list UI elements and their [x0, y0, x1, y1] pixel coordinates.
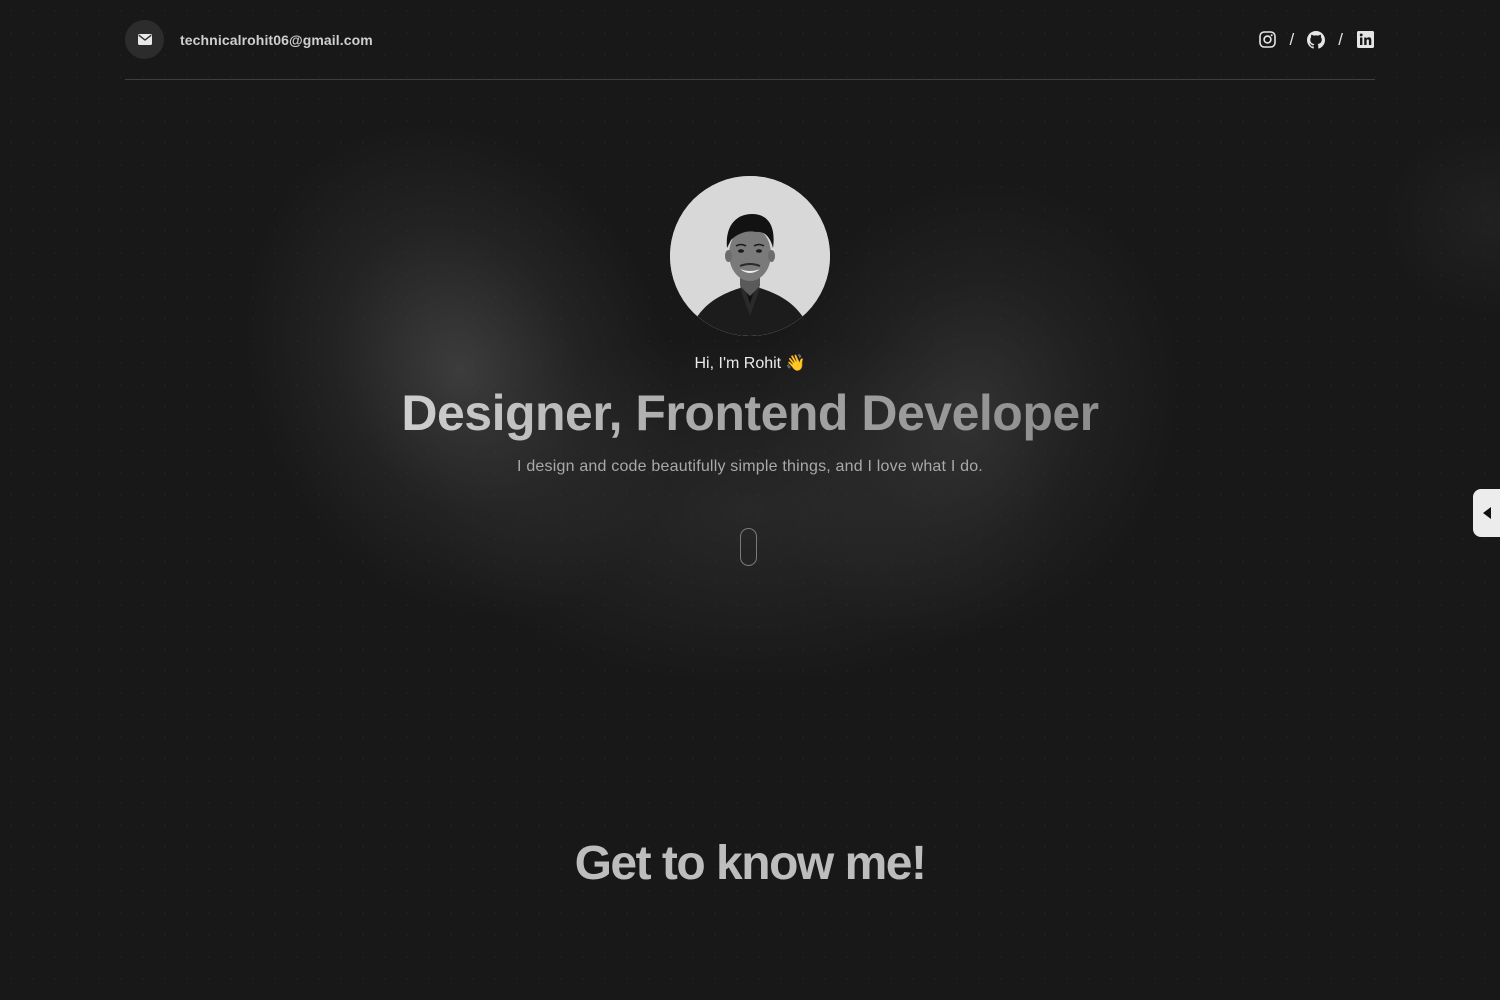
scroll-down-indicator[interactable]	[740, 528, 757, 566]
social-separator: /	[1289, 29, 1295, 49]
linkedin-icon[interactable]	[1355, 30, 1375, 50]
email-address[interactable]: technicalrohit06@gmail.com	[180, 32, 373, 48]
instagram-icon[interactable]	[1258, 30, 1278, 50]
hero-tagline: I design and code beautifully simple thi…	[517, 458, 983, 475]
hero-headline-wrap: Designer, Frontend Developer	[400, 384, 1100, 442]
about-section-title: Get to know me!	[574, 837, 927, 890]
hero-headline: Designer, Frontend Developer	[401, 385, 1099, 441]
profile-avatar	[670, 176, 830, 336]
social-links: / /	[1258, 30, 1375, 50]
site-header: technicalrohit06@gmail.com / /	[125, 0, 1375, 80]
background-glow-far-right	[1380, 120, 1500, 320]
portfolio-page: technicalrohit06@gmail.com / / Hi, I'm R…	[0, 0, 1500, 1000]
caret-left-icon	[1482, 507, 1491, 519]
side-panel-toggle-button[interactable]	[1473, 489, 1500, 537]
profile-photo	[670, 176, 830, 336]
mail-icon[interactable]	[125, 20, 164, 59]
email-link[interactable]: technicalrohit06@gmail.com	[125, 20, 373, 59]
hero-greeting: Hi, I'm Rohit 👋	[694, 355, 806, 372]
social-separator: /	[1338, 29, 1343, 49]
github-icon[interactable]	[1306, 30, 1326, 50]
